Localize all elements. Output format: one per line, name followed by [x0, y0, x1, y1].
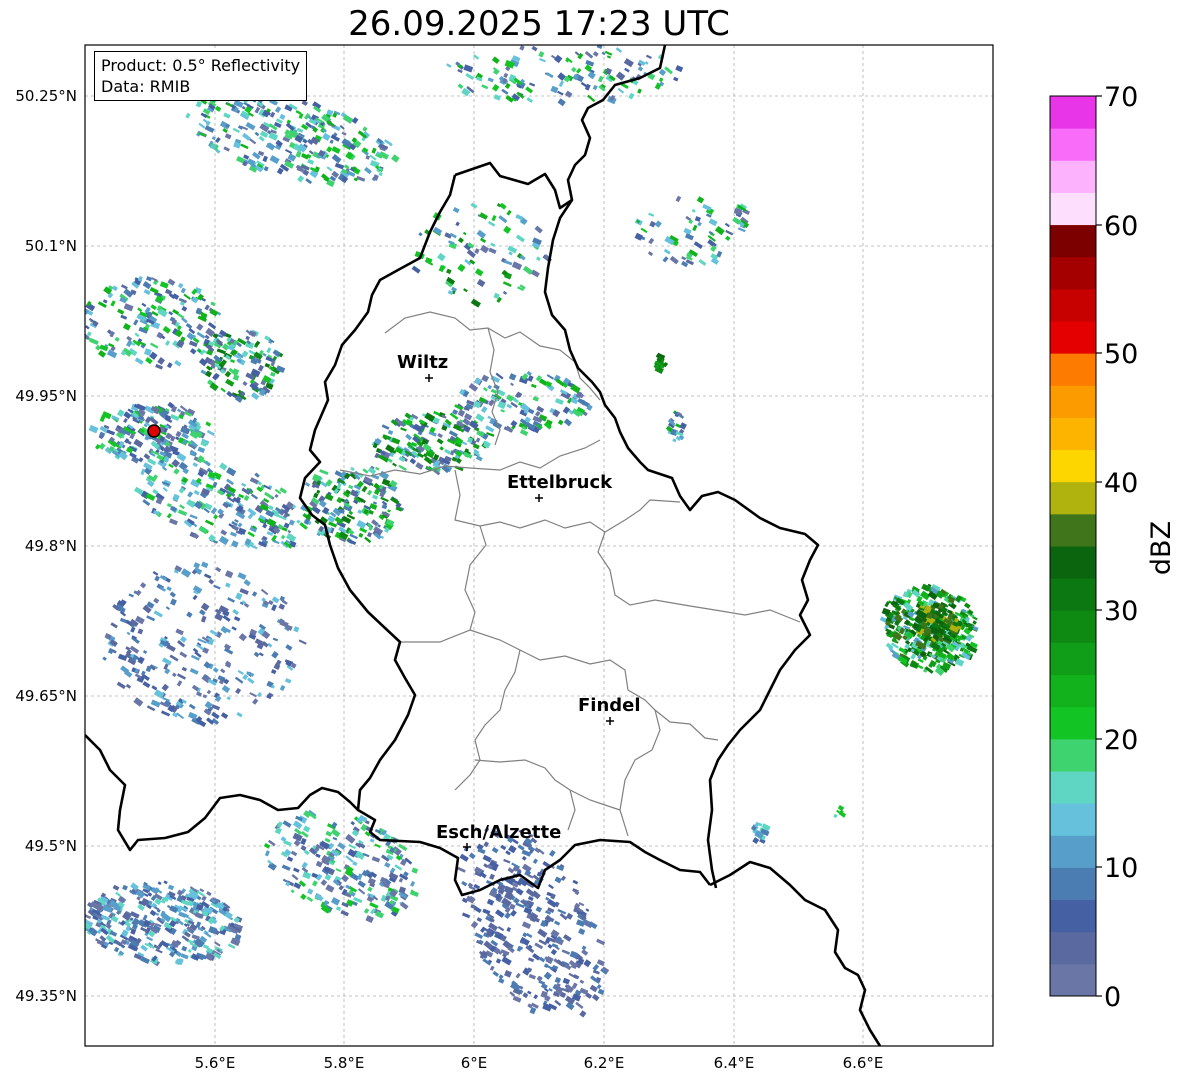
colorbar-segment — [1050, 353, 1096, 386]
lon-tick: 5.6°E — [195, 1054, 236, 1072]
colorbar-tick-label: 70 — [1104, 82, 1138, 113]
lon-tick: 6.6°E — [843, 1054, 884, 1072]
colorbar-segment — [1050, 128, 1096, 161]
colorbar-tick-label: 60 — [1104, 211, 1138, 242]
longitude-ticks: 5.6°E 5.8°E 6°E 6.2°E 6.4°E 6.6°E — [195, 1054, 884, 1072]
colorbar-segment — [1050, 803, 1096, 836]
lat-tick: 49.65°N — [15, 687, 77, 705]
colorbar-tick-label: 30 — [1104, 596, 1138, 627]
colorbar-ticks — [1096, 95, 1102, 997]
colorbar-segment — [1050, 192, 1096, 226]
colorbar — [1050, 96, 1096, 997]
colorbar-segment — [1050, 835, 1096, 868]
place-label-esch-alzette: Esch/Alzette — [436, 822, 561, 843]
colorbar-segment — [1050, 899, 1096, 933]
colorbar-segment — [1050, 481, 1096, 515]
colorbar-segment — [1050, 546, 1096, 579]
data-source-text: Data: RMIB — [101, 77, 191, 96]
colorbar-segment — [1050, 288, 1096, 322]
colorbar-tick-label: 0 — [1104, 982, 1121, 1013]
colorbar-segment — [1050, 417, 1096, 451]
lon-tick: 6°E — [461, 1054, 488, 1072]
lat-tick: 49.8°N — [25, 537, 77, 555]
colorbar-segment — [1050, 449, 1096, 483]
colorbar-segment — [1050, 160, 1096, 193]
colorbar-segment — [1050, 321, 1096, 354]
lon-tick: 6.4°E — [714, 1054, 755, 1072]
product-text: Product: 0.5° Reflectivity — [101, 56, 301, 75]
colorbar-segment — [1050, 674, 1096, 708]
place-label-findel: Findel — [578, 695, 641, 716]
colorbar-segment — [1050, 771, 1096, 804]
place-label-wiltz: Wiltz — [397, 352, 448, 373]
lat-tick: 49.5°N — [25, 837, 77, 855]
colorbar-segment — [1050, 96, 1096, 129]
lon-tick: 6.2°E — [584, 1054, 625, 1072]
product-info-box: Product: 0.5° Reflectivity Data: RMIB — [94, 51, 308, 101]
lat-tick: 50.1°N — [25, 237, 77, 255]
colorbar-tick-labels: 70 60 50 40 30 20 10 0 — [1104, 82, 1138, 1013]
colorbar-segment — [1050, 224, 1096, 258]
radar-site-marker — [147, 424, 161, 438]
place-label-ettelbruck: Ettelbruck — [507, 472, 613, 493]
colorbar-segment — [1050, 385, 1096, 418]
colorbar-segment — [1050, 513, 1096, 547]
colorbar-segment — [1050, 867, 1096, 901]
colorbar-segment — [1050, 963, 1096, 997]
colorbar-title: dBZ — [1146, 521, 1177, 575]
colorbar-segment — [1050, 578, 1096, 611]
lat-tick: 50.25°N — [15, 87, 77, 105]
colorbar-tick-label: 40 — [1104, 468, 1138, 499]
lat-tick: 49.95°N — [15, 387, 77, 405]
radar-map[interactable]: Wiltz Ettelbruck Findel Esch/Alzette 5.6… — [0, 0, 1184, 1081]
colorbar-tick-label: 10 — [1104, 853, 1138, 884]
colorbar-segment — [1050, 706, 1096, 740]
colorbar-segment — [1050, 738, 1096, 772]
colorbar-segment — [1050, 642, 1096, 676]
colorbar-tick-label: 20 — [1104, 725, 1138, 756]
colorbar-segment — [1050, 610, 1096, 643]
colorbar-tick-label: 50 — [1104, 339, 1138, 370]
colorbar-segment — [1050, 931, 1096, 965]
lon-tick: 5.8°E — [324, 1054, 365, 1072]
lat-tick: 49.35°N — [15, 987, 77, 1005]
latitude-ticks: 50.25°N 50.1°N 49.95°N 49.8°N 49.65°N 49… — [15, 87, 77, 1005]
colorbar-segment — [1050, 256, 1096, 290]
